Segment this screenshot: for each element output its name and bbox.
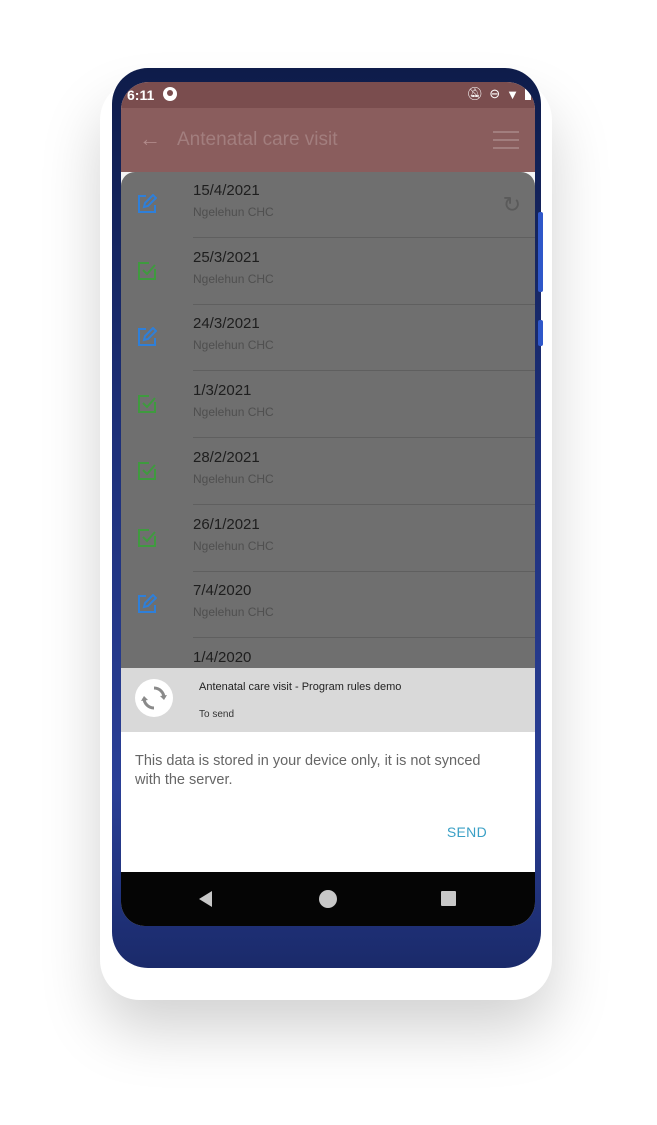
status-time: 6:11: [127, 87, 155, 103]
event-row[interactable]: 15/4/2021 Ngelehun CHC ↻: [121, 172, 535, 238]
sync-icon: [135, 679, 173, 717]
power-button: [538, 320, 543, 346]
app-bar: ← Antenatal care visit: [121, 108, 535, 172]
event-row[interactable]: 24/3/2021 Ngelehun CHC: [121, 305, 535, 372]
event-row[interactable]: 7/4/2020 Ngelehun CHC: [121, 572, 535, 639]
event-org-unit: Ngelehun CHC: [193, 338, 274, 353]
status-bar: 6:11 🔕︎ ⊖ ▼: [121, 82, 535, 108]
battery-icon: [525, 88, 531, 100]
sync-sheet-header: Antenatal care visit - Program rules dem…: [121, 668, 535, 732]
completed-event-icon: [137, 528, 157, 548]
completed-event-icon: [137, 261, 157, 281]
wifi-icon: ▼: [506, 86, 519, 102]
nav-recents-icon[interactable]: [441, 891, 456, 906]
phone-screen: 6:11 🔕︎ ⊖ ▼ ← Antenatal care visit 15/4/…: [121, 82, 535, 926]
sync-message: This data is stored in your device only,…: [135, 753, 481, 788]
event-date: 15/4/2021: [193, 182, 260, 199]
do-not-disturb-icon: ⊖: [489, 86, 501, 101]
edit-event-icon: [137, 193, 158, 214]
status-icons: 🔕︎ ⊖ ▼: [467, 86, 531, 102]
event-row[interactable]: 1/3/2021 Ngelehun CHC: [121, 372, 535, 439]
event-row[interactable]: 25/3/2021 Ngelehun CHC: [121, 239, 535, 305]
sync-icon[interactable]: ↻: [503, 192, 521, 218]
event-date: 7/4/2020: [193, 582, 252, 600]
event-list: 15/4/2021 Ngelehun CHC ↻ 25/3/2021 Ngelehun …: [121, 172, 535, 672]
arrow-back-icon[interactable]: ←: [139, 126, 161, 152]
event-date: 28/2/2021: [193, 448, 260, 466]
edit-event-icon: [137, 593, 158, 614]
event-date: 1/4/2020: [193, 648, 252, 666]
nav-back-icon[interactable]: [199, 891, 212, 907]
app-notification-icon: [163, 87, 177, 101]
event-org-unit: Ngelehun CHC: [193, 271, 274, 286]
completed-event-icon: [137, 461, 157, 481]
event-org-unit: Ngelehun CHC: [193, 205, 274, 219]
event-row[interactable]: 26/1/2021 Ngelehun CHC: [121, 506, 535, 572]
event-date: 24/3/2021: [193, 315, 260, 333]
sheet-title: Antenatal care visit - Program rules dem…: [199, 681, 402, 693]
sync-sheet-body: This data is stored in your device only,…: [121, 732, 535, 872]
filter-icon[interactable]: [493, 128, 519, 152]
event-org-unit: Ngelehun CHC: [193, 405, 274, 420]
event-org-unit: Ngelehun CHC: [193, 471, 274, 486]
navigation-bar: [121, 872, 535, 926]
volume-button: [538, 212, 543, 292]
event-org-unit: Ngelehun CHC: [193, 538, 274, 553]
event-date: 26/1/2021: [193, 515, 260, 533]
event-date: 1/3/2021: [193, 382, 252, 400]
send-button[interactable]: SEND: [447, 824, 487, 840]
event-org-unit: Ngelehun CHC: [193, 605, 274, 620]
completed-event-icon: [137, 394, 157, 414]
bell-off-icon: 🔕︎: [466, 86, 484, 101]
event-date: 25/3/2021: [193, 248, 260, 266]
nav-home-icon[interactable]: [319, 890, 337, 908]
event-row[interactable]: 28/2/2021 Ngelehun CHC: [121, 439, 535, 505]
page-title: Antenatal care visit: [177, 129, 338, 150]
sheet-subtitle: To send: [199, 709, 235, 720]
edit-event-icon: [137, 326, 158, 347]
